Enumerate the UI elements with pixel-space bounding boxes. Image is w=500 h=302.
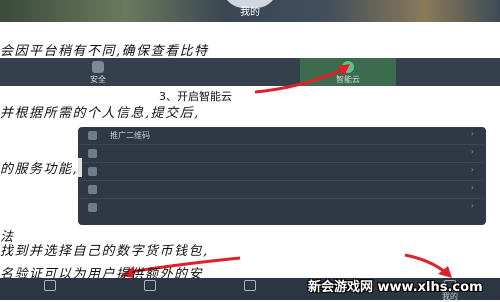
menu-icon: [88, 203, 97, 212]
menu-icon: [88, 149, 97, 158]
menu-icon: [88, 167, 97, 176]
menu-item-label: 推广二维码: [110, 131, 150, 140]
settings-menu-panel: 推广二维码 › › › › ›: [78, 127, 486, 225]
menu-item[interactable]: ›: [78, 181, 486, 199]
red-arrow-icon: [254, 64, 350, 94]
menu-item-promo-qr[interactable]: 推广二维码 ›: [78, 127, 486, 145]
discover-icon: [244, 280, 256, 291]
nav-item-security[interactable]: 安全: [50, 58, 146, 86]
handwritten-line-3: 的服务功能,: [0, 158, 83, 177]
bottom-nav-item[interactable]: [200, 278, 300, 300]
menu-icon: [88, 185, 97, 194]
home-icon: [44, 280, 56, 291]
nav-item-label: 安全: [90, 75, 106, 84]
chevron-right-icon: ›: [470, 165, 474, 174]
bottom-nav-item[interactable]: [100, 278, 200, 300]
menu-item[interactable]: ›: [78, 163, 486, 181]
chevron-right-icon: ›: [470, 183, 474, 192]
wallet-icon: [144, 280, 156, 291]
shield-icon: [92, 61, 104, 73]
header-tab-label[interactable]: 我的: [220, 3, 280, 18]
chevron-right-icon: ›: [470, 201, 474, 210]
chevron-right-icon: ›: [470, 147, 474, 156]
handwritten-line-2: 并根据所需的个人信息,提交后,: [0, 106, 200, 121]
qr-code-icon: [88, 131, 97, 140]
chevron-right-icon: ›: [470, 129, 474, 138]
top-bar: 我的: [0, 0, 500, 22]
bottom-nav-item[interactable]: [0, 278, 100, 300]
menu-item[interactable]: ›: [78, 199, 486, 216]
watermark: 新会游戏网 www.xlhs.com: [308, 280, 483, 295]
handwritten-line-1: 会因平台稍有不同,确保查看比特: [0, 44, 209, 59]
menu-item[interactable]: ›: [78, 145, 486, 163]
